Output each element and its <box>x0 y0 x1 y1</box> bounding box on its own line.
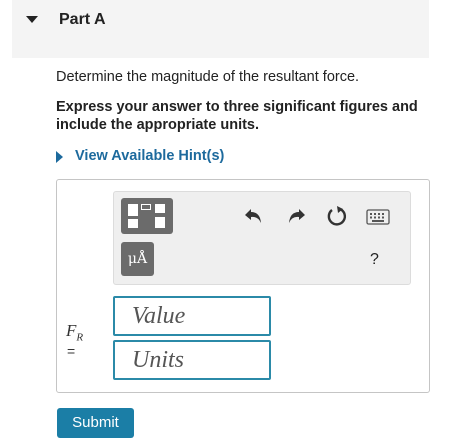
keyboard-icon[interactable] <box>366 209 390 225</box>
template-square <box>155 204 165 213</box>
part-header[interactable] <box>12 0 429 58</box>
template-square <box>128 219 138 228</box>
template-square <box>128 204 138 216</box>
undo-icon[interactable] <box>244 207 264 225</box>
variable-subscript: R <box>76 331 84 344</box>
view-hints-link[interactable]: View Available Hint(s) <box>75 148 224 164</box>
help-icon[interactable]: ? <box>370 251 379 269</box>
caret-down-icon[interactable] <box>26 16 38 23</box>
reset-icon[interactable] <box>326 205 348 227</box>
redo-icon[interactable] <box>286 207 306 225</box>
value-input[interactable] <box>113 296 271 336</box>
template-square <box>155 217 165 228</box>
units-label: μÅ <box>127 251 148 267</box>
variable-symbol: F <box>66 321 77 340</box>
answer-instruction: Express your answer to three significant… <box>56 99 418 133</box>
units-input[interactable] <box>113 340 271 380</box>
variable-label: FR <box>66 321 83 343</box>
caret-right-icon[interactable] <box>56 151 63 163</box>
question-text: Determine the magnitude of the resultant… <box>56 69 360 85</box>
part-title[interactable]: Part A <box>59 11 106 29</box>
units-icon[interactable]: μÅ <box>121 242 154 276</box>
equals-sign: = <box>67 343 76 359</box>
template-square <box>141 204 151 210</box>
templates-icon[interactable] <box>121 198 173 234</box>
